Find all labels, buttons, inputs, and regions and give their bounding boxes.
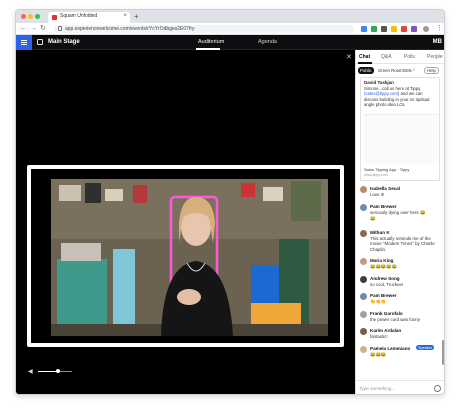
window-close-button[interactable]: [21, 14, 26, 19]
panel-tabs: Chat Q&A Polls People: [356, 50, 444, 64]
message-text: 😂😂😂😂😂: [370, 264, 398, 269]
tab-qa[interactable]: Q&A: [381, 54, 392, 60]
pinned-message: David Taskjan Simone...call us here at T…: [360, 77, 440, 181]
message-author: Maria King: [370, 258, 394, 263]
url-field[interactable]: app.experiencewelcome.com/events/rYcYrOd…: [54, 25, 354, 33]
menu-button[interactable]: [16, 35, 32, 50]
emoji-icon[interactable]: [434, 385, 441, 392]
speaker-badge: Speaker: [416, 345, 435, 350]
avatar: [360, 311, 367, 318]
video-feed: [51, 179, 328, 336]
avatar: [360, 204, 367, 211]
new-tab-button[interactable]: +: [134, 12, 139, 21]
extension-icon[interactable]: [361, 26, 367, 32]
link-preview-image[interactable]: [364, 114, 438, 164]
message-author: Frank Garofalo: [370, 311, 403, 316]
extension-icon[interactable]: [391, 26, 397, 32]
message-text: the power cord was funny: [370, 317, 421, 322]
window-minimize-button[interactable]: [28, 14, 33, 19]
message-author: Pam Brewer: [370, 293, 397, 298]
address-bar-row: ← → ↻ app.experiencewelcome.com/events/r…: [16, 23, 444, 35]
message-text: fantastic!: [370, 334, 388, 339]
avatar: [360, 230, 367, 237]
favicon-icon: [52, 15, 57, 20]
video-frame-image: [51, 179, 328, 336]
message-text: so cool, Truckee!: [370, 282, 404, 287]
page-title: Main Stage: [48, 39, 80, 45]
message-author: Andrew Song: [370, 276, 400, 281]
active-tab-indicator: [358, 62, 372, 64]
reload-icon[interactable]: ↻: [40, 24, 46, 34]
message-text: Simone...call us here at Tippy (sales@ti…: [364, 86, 430, 108]
chat-scrollbar[interactable]: [442, 340, 444, 365]
stage-area: ✕ ◀: [16, 50, 354, 394]
browser-menu-icon[interactable]: ⋮: [436, 24, 443, 34]
avatar: [360, 258, 367, 265]
extension-icon[interactable]: [411, 26, 417, 32]
email-link[interactable]: (sales@tippy.com: [364, 91, 398, 96]
message-author: Pam Brewer: [370, 204, 397, 209]
extension-icon[interactable]: [401, 26, 407, 32]
chat-filters: Public Green Room DMs 1 Help: [356, 67, 444, 75]
message-author: Pamela Lemmiano: [370, 346, 411, 351]
stage-icon: [37, 39, 43, 45]
link-preview-url: www.tippy.com: [364, 173, 388, 177]
message-text: seriously dying over here 😂: [370, 210, 426, 215]
tab-polls[interactable]: Polls: [404, 54, 415, 60]
tab-chat[interactable]: Chat: [359, 54, 370, 60]
chat-composer: [356, 380, 444, 394]
url-text: app.experiencewelcome.com/events/rYcYrOd…: [65, 26, 195, 32]
tab-close-icon[interactable]: ×: [123, 13, 127, 19]
lock-icon: [58, 26, 62, 31]
user-avatar[interactable]: MB: [433, 39, 442, 45]
avatar: [360, 346, 367, 353]
filter-help[interactable]: Help: [424, 67, 439, 74]
message-text: 😂: [370, 216, 376, 221]
filter-public[interactable]: Public: [358, 67, 374, 74]
tab-strip: Squam Unfolded × +: [16, 10, 444, 23]
avatar: [360, 328, 367, 335]
avatar: [360, 276, 367, 283]
extension-icon[interactable]: [371, 26, 377, 32]
message-text: This actually reminds me of the movie "M…: [370, 236, 435, 252]
avatar: [360, 186, 367, 193]
message-author: Isabella Secal: [370, 186, 401, 191]
tab-people[interactable]: People: [427, 54, 443, 60]
browser-tab[interactable]: Squam Unfolded ×: [48, 12, 130, 23]
extension-icon[interactable]: [381, 26, 387, 32]
chat-input[interactable]: [359, 384, 429, 393]
forward-icon[interactable]: →: [30, 24, 37, 34]
message-text: 😂😂😂: [370, 352, 387, 357]
collapse-panel-icon[interactable]: ✕: [346, 53, 352, 61]
link-preview-title[interactable]: Salon Tipping App · Tippy: [364, 167, 409, 172]
back-icon[interactable]: ←: [20, 24, 27, 34]
volume-slider-handle[interactable]: [56, 369, 60, 373]
tab-title: Squam Unfolded: [60, 13, 98, 19]
app-header: Main Stage Auditorium Agenda MB: [16, 35, 444, 50]
message-author: Mithun K: [370, 230, 390, 235]
volume-icon[interactable]: ◀: [28, 368, 33, 375]
event-app: Main Stage Auditorium Agenda MB ✕ ◀ Chat…: [16, 35, 444, 394]
chat-panel: Chat Q&A Polls People Public Green Room …: [355, 50, 444, 394]
browser-window: Squam Unfolded × + ← → ↻ app.experiencew…: [15, 9, 445, 395]
message-text: Love it!: [370, 192, 385, 197]
volume-level: [38, 371, 58, 372]
profile-icon[interactable]: [423, 26, 429, 32]
video-player[interactable]: [27, 165, 344, 347]
message-author: Karim Ardalan: [370, 328, 402, 333]
message-text: 👏👏👏: [370, 299, 387, 304]
tab-agenda[interactable]: Agenda: [258, 39, 277, 45]
avatar: [360, 293, 367, 300]
dm-badge: 1: [413, 68, 415, 72]
window-maximize-button[interactable]: [35, 14, 40, 19]
tab-auditorium[interactable]: Auditorium: [198, 39, 224, 45]
message-author: David Taskjan: [364, 80, 394, 85]
